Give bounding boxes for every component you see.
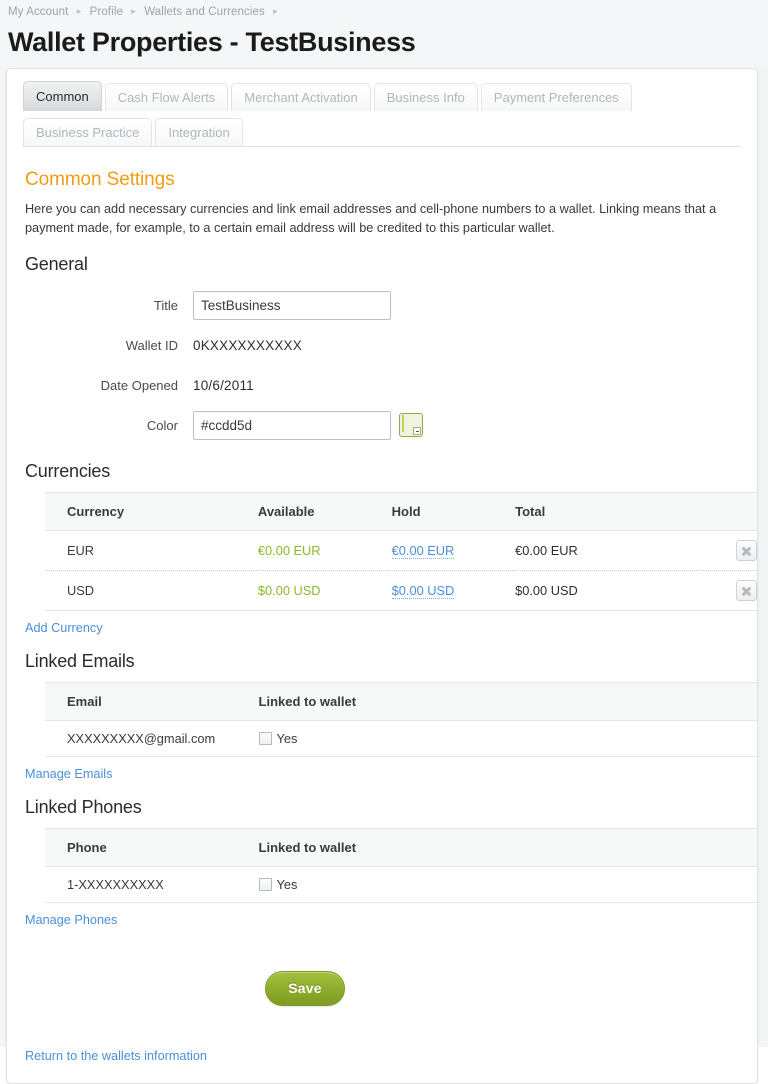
add-currency-link[interactable]: Add Currency (25, 621, 103, 635)
phones-table-head: Phone Linked to wallet (45, 828, 757, 867)
title-input[interactable] (193, 290, 391, 320)
tab-bar-secondary: Business Practice Integration (23, 116, 743, 146)
delete-currency-usd-button[interactable] (736, 580, 757, 601)
currencies-table-head: Currency Available Hold Total (45, 492, 757, 531)
panel-wrapper: Common Cash Flow Alerts Merchant Activat… (0, 68, 768, 1084)
email-linked-label: Yes (276, 731, 298, 746)
cell-phone-number: 1-XXXXXXXXXX (45, 866, 257, 903)
section-description: Here you can add necessary currencies an… (25, 202, 717, 235)
save-button[interactable]: Save (265, 971, 345, 1006)
color-picker-dropdown-icon (413, 427, 421, 435)
breadcrumb-separator-icon: ▸ (273, 6, 278, 16)
page-root: My Account ▸ Profile ▸ Wallets and Curre… (0, 0, 768, 1084)
heading-general: General (25, 254, 88, 274)
emails-table-body: XXXXXXXXX@gmail.com Yes (45, 720, 757, 757)
general-form: Title Wallet ID 0KXXXXXXXXXX Date Opened… (25, 285, 743, 445)
breadcrumb-separator-icon: ▸ (76, 6, 82, 16)
form-row-title: Title (25, 285, 743, 325)
tab-common[interactable]: Common (23, 81, 102, 111)
column-header-email: Email (45, 682, 257, 721)
footer-link-row: Return to the wallets information (25, 1048, 743, 1063)
cell-available-usd: $0.00 USD (257, 583, 321, 598)
label-color: Color (146, 417, 178, 433)
phone-linked-label: Yes (276, 877, 298, 892)
heading-currencies: Currencies (25, 461, 111, 481)
table-row: XXXXXXXXX@gmail.com Yes (45, 720, 757, 757)
column-header-hold: Hold (389, 492, 514, 531)
table-row: EUR €0.00 EUR €0.00 EUR €0.00 EUR (45, 530, 757, 571)
return-to-wallets-information-link[interactable]: Return to the wallets information (25, 1049, 207, 1063)
date-opened-value: 10/6/2011 (193, 377, 254, 393)
manage-phones-link[interactable]: Manage Phones (25, 913, 117, 927)
table-header-row: Phone Linked to wallet (45, 828, 757, 867)
tab-business-practice[interactable]: Business Practice (23, 118, 153, 146)
heading-linked-phones: Linked Phones (25, 797, 142, 817)
phone-linked-toggle[interactable]: Yes (258, 877, 757, 892)
table-header-row: Currency Available Hold Total (45, 492, 757, 531)
content-panel: Common Cash Flow Alerts Merchant Activat… (6, 68, 758, 1084)
tab-business-info[interactable]: Business Info (373, 83, 478, 111)
checkbox-icon[interactable] (258, 732, 272, 745)
cell-total-eur: €0.00 EUR (515, 543, 578, 558)
breadcrumb-item-profile[interactable]: Profile (90, 6, 123, 18)
page-header: My Account ▸ Profile ▸ Wallets and Curre… (0, 0, 768, 68)
form-row-wallet-id: Wallet ID 0KXXXXXXXXXX (25, 325, 743, 365)
column-header-actions (703, 492, 757, 531)
currencies-table: Currency Available Hold Total EUR €0.00 … (45, 492, 757, 611)
form-row-color: Color (25, 405, 743, 445)
wallet-id-value: 0KXXXXXXXXXX (193, 337, 302, 353)
cell-hold-usd-link[interactable]: $0.00 USD (391, 583, 455, 599)
cell-total-usd: $0.00 USD (515, 583, 578, 598)
column-header-phone: Phone (45, 828, 257, 867)
table-row: 1-XXXXXXXXXX Yes (45, 866, 757, 903)
column-header-available: Available (255, 492, 390, 531)
emails-table: Email Linked to wallet XXXXXXXXX@gmail.c… (45, 682, 757, 757)
manage-emails-link[interactable]: Manage Emails (25, 767, 112, 781)
cell-email-address: XXXXXXXXX@gmail.com (45, 720, 257, 757)
phones-table-body: 1-XXXXXXXXXX Yes (45, 866, 757, 903)
color-input[interactable] (193, 410, 391, 440)
breadcrumb: My Account ▸ Profile ▸ Wallets and Curre… (6, 4, 768, 20)
emails-table-head: Email Linked to wallet (45, 682, 757, 721)
label-date-opened: Date Opened (100, 377, 178, 393)
add-currency-row: Add Currency (25, 620, 743, 635)
phones-table: Phone Linked to wallet 1-XXXXXXXXXX Yes (45, 828, 757, 903)
section-title-common-settings: Common Settings (25, 169, 175, 190)
breadcrumb-separator-icon: ▸ (131, 6, 136, 16)
save-button-container: Save (17, 971, 743, 1006)
column-header-total: Total (513, 492, 704, 531)
cell-currency-eur: EUR (45, 530, 256, 571)
color-picker-button[interactable] (399, 413, 423, 437)
cell-currency-usd: USD (45, 570, 256, 611)
manage-emails-row: Manage Emails (25, 766, 743, 781)
heading-linked-emails: Linked Emails (25, 651, 135, 671)
cell-available-eur: €0.00 EUR (257, 543, 321, 558)
email-linked-toggle[interactable]: Yes (258, 731, 757, 746)
label-title: Title (153, 297, 178, 313)
tab-bar-primary: Common Cash Flow Alerts Merchant Activat… (23, 81, 743, 111)
column-header-linked-to-wallet: Linked to wallet (256, 682, 757, 721)
color-swatch-icon (402, 415, 404, 432)
label-wallet-id: Wallet ID (125, 337, 178, 353)
table-header-row: Email Linked to wallet (45, 682, 757, 721)
column-header-currency: Currency (45, 492, 256, 531)
delete-currency-eur-button[interactable] (736, 540, 757, 561)
tab-integration[interactable]: Integration (155, 118, 243, 146)
checkbox-icon[interactable] (258, 878, 272, 891)
breadcrumb-item-my-account[interactable]: My Account (8, 6, 68, 18)
tab-payment-preferences[interactable]: Payment Preferences (480, 83, 632, 111)
tab-cash-flow-alerts[interactable]: Cash Flow Alerts (104, 83, 229, 111)
tab-bar-divider (23, 146, 741, 147)
page-title: Wallet Properties - TestBusiness (8, 27, 416, 57)
tab-merchant-activation[interactable]: Merchant Activation (231, 83, 371, 111)
cell-hold-eur-link[interactable]: €0.00 EUR (391, 543, 455, 559)
manage-phones-row: Manage Phones (25, 912, 743, 927)
currencies-table-body: EUR €0.00 EUR €0.00 EUR €0.00 EUR USD $0… (45, 530, 757, 611)
table-row: USD $0.00 USD $0.00 USD $0.00 USD (45, 570, 757, 611)
form-row-date-opened: Date Opened 10/6/2011 (25, 365, 743, 405)
breadcrumb-item-wallets-and-currencies[interactable]: Wallets and Currencies (144, 6, 265, 18)
column-header-linked-to-wallet: Linked to wallet (256, 828, 757, 867)
